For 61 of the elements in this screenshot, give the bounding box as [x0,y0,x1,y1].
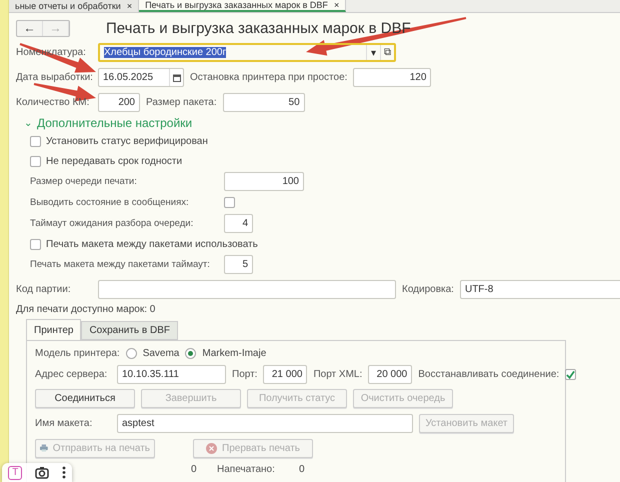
calendar-icon[interactable] [169,69,183,86]
field-label: Модель принтера: [35,348,120,358]
field-label: Кодировка: [402,284,454,295]
tab[interactable]: Сохранить в DBF [81,321,178,340]
checkbox-label: Не передавать срок годности [46,156,182,166]
field-label: Остановка принтера при простое: [190,72,348,83]
counter-label: Напечатано: [217,464,276,474]
checkbox[interactable] [30,238,41,250]
checkbox[interactable] [224,197,235,208]
action-button[interactable]: Соединиться [35,389,135,408]
counter-value: 0 [191,464,198,474]
more-icon[interactable] [62,466,66,479]
radio-button[interactable] [185,348,196,358]
checkbox-label: Печать макета между пакетами использовать [46,238,258,250]
field-label: Порт XML: [313,369,362,380]
batch-code-field[interactable] [98,280,396,299]
field-label: Таймаут ожидания разбора очереди: [30,218,194,229]
number-field[interactable]: 200 [98,93,140,112]
encoding-field[interactable]: UTF-8 [460,280,620,299]
checkbox[interactable] [30,156,41,166]
document-tab[interactable]: Печать и выгрузка заказанных марок в DBF × [139,0,346,12]
field-label: Адрес сервера: [35,369,108,380]
field-label: Код партии: [16,284,72,295]
radio-label: Savema [142,348,180,358]
field-label: Имя макета: [35,418,94,429]
section-title: Дополнительные настройки [37,116,192,130]
field-label: Порт: [232,369,258,380]
field-label: Восстанавливать соединение: [418,369,560,380]
checkbox[interactable] [30,136,41,146]
close-icon[interactable]: × [126,1,132,11]
printer-icon [40,443,48,453]
radio-label: Markem-Imaje [202,348,266,358]
number-field[interactable]: 4 [224,214,253,233]
field-label: Размер пакета: [146,97,217,108]
date-field[interactable]: 16.05.2025 [98,68,184,87]
radio-button[interactable] [126,348,137,358]
port-field[interactable]: 21 000 [263,365,308,384]
available-count-text: Для печати доступно марок: 0 [16,304,156,314]
camera-icon[interactable] [34,466,49,479]
back-button[interactable]: ← [17,20,43,36]
field-label: Размер очереди печати: [30,176,137,187]
server-address-field[interactable]: 10.10.35.111 [117,365,226,384]
tab[interactable]: Принтер [26,319,82,340]
stop-icon [206,442,218,454]
number-field[interactable]: 100 [224,172,304,191]
field-label: Печать макета между пакетами таймаут: [30,259,210,270]
checkbox[interactable] [565,369,576,380]
counter-value: 0 [299,464,306,474]
number-field[interactable]: 50 [222,93,305,112]
layout-name-field[interactable]: asptest [117,414,413,433]
close-icon[interactable]: × [334,0,340,10]
number-field[interactable]: 120 [353,68,432,87]
text-tool-button[interactable]: T [8,466,22,480]
port-field[interactable]: 20 000 [368,365,412,384]
field-label: Количество КМ: [16,97,90,108]
checkbox-label: Установить статус верифицирован [46,136,208,146]
chevron-icon: ⌄ [24,117,32,129]
number-field[interactable]: 5 [224,255,253,274]
field-label: Дата выработки: [16,72,92,83]
document-tab[interactable]: ьные отчеты и обработки × [9,0,140,12]
field-label: Выводить состояние в сообщениях: [30,197,189,208]
